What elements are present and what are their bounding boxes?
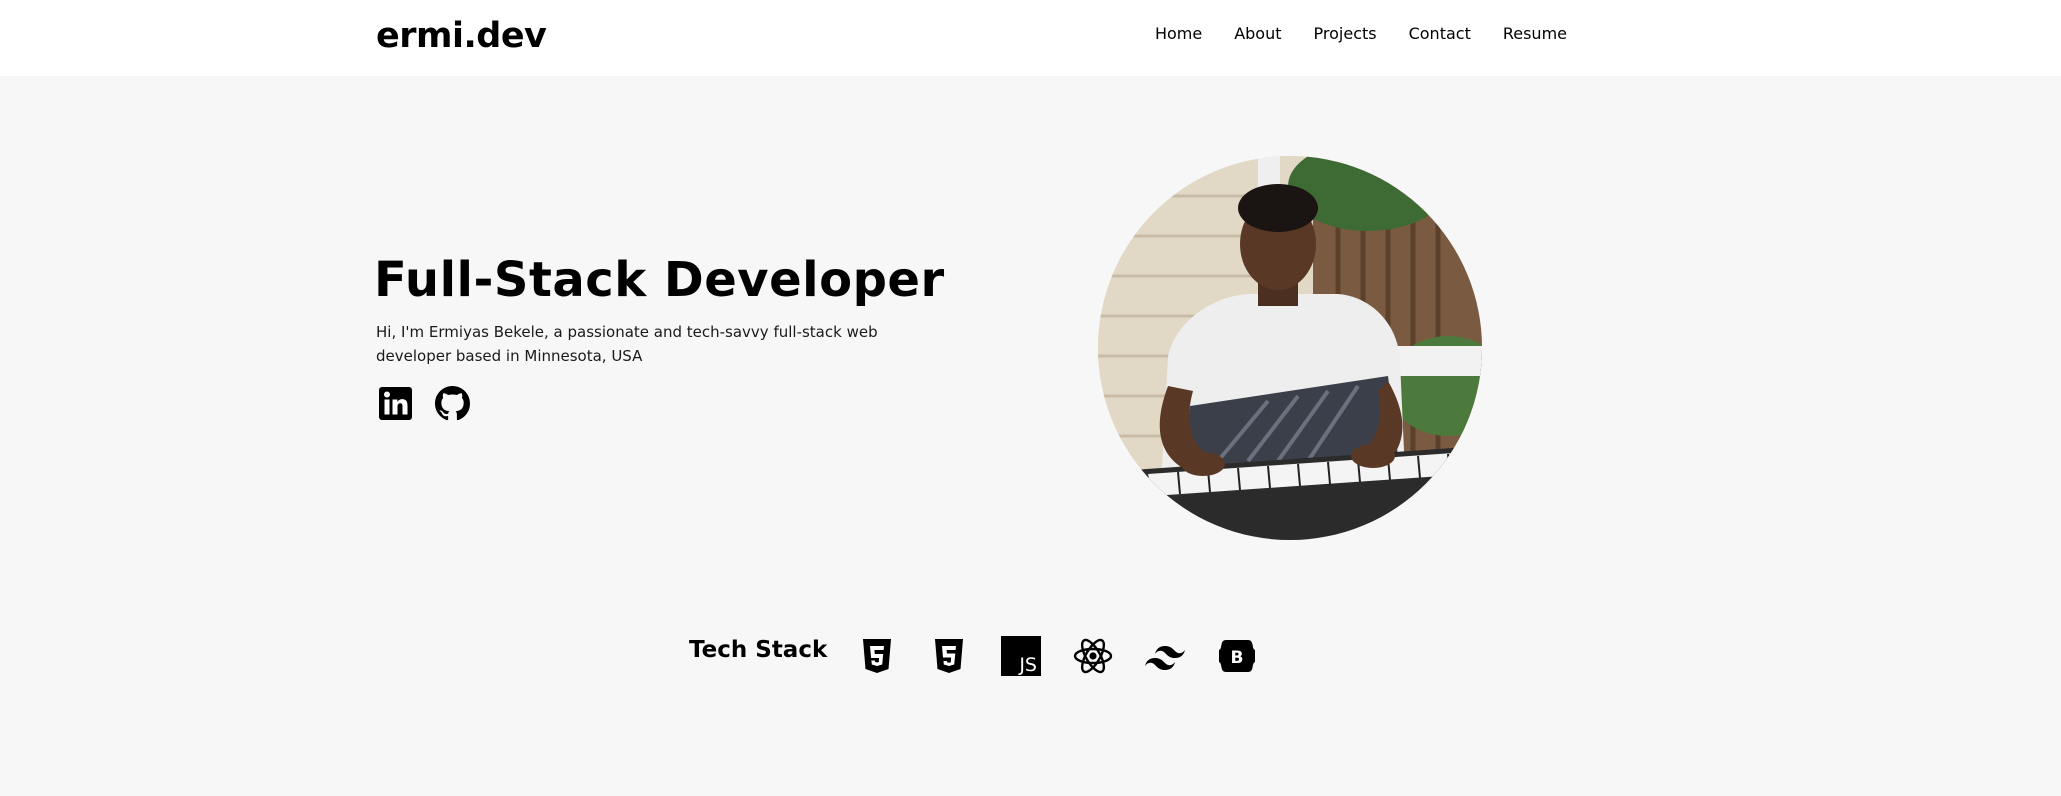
social-links (378, 386, 470, 421)
nav-contact-link[interactable]: Contact (1409, 24, 1471, 43)
bootstrap-icon: B (1217, 636, 1257, 676)
tech-stack-icons: JS B (857, 636, 1257, 676)
svg-text:JS: JS (1018, 654, 1037, 676)
profile-photo (1098, 156, 1482, 540)
nav-projects-link[interactable]: Projects (1314, 24, 1377, 43)
javascript-icon: JS (1001, 636, 1041, 676)
hero-description: Hi, I'm Ermiyas Bekele, a passionate and… (376, 323, 878, 365)
navbar: ermi.dev Home About Projects Contact Res… (0, 0, 2061, 76)
github-link[interactable] (435, 386, 470, 421)
svg-text:B: B (1231, 648, 1244, 668)
profile-photo-illustration (1098, 156, 1482, 540)
nav-resume-link[interactable]: Resume (1503, 24, 1567, 43)
html5-icon (857, 636, 897, 676)
nav-links: Home About Projects Contact Resume (1155, 24, 1567, 43)
hero-title: Full-Stack Developer (374, 252, 945, 308)
tech-stack-label: Tech Stack (689, 637, 828, 663)
linkedin-link[interactable] (378, 386, 413, 421)
nav-home-link[interactable]: Home (1155, 24, 1202, 43)
tailwind-icon (1145, 636, 1185, 676)
linkedin-icon (379, 387, 412, 420)
site-logo[interactable]: ermi.dev (376, 16, 547, 56)
css3-icon (929, 636, 969, 676)
nav-about-link[interactable]: About (1234, 24, 1281, 43)
github-icon (435, 386, 470, 421)
react-icon (1073, 636, 1113, 676)
